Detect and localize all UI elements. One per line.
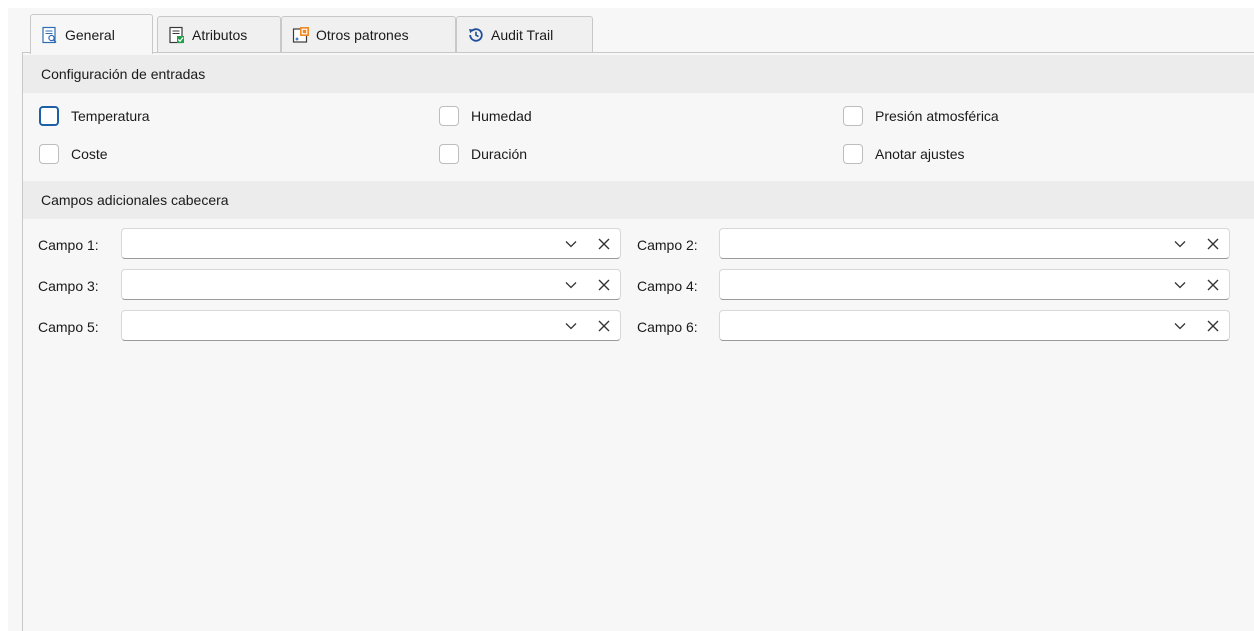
campo-1-combobox[interactable] — [121, 228, 621, 259]
section-title: Campos adicionales cabecera — [41, 192, 229, 208]
tab-label: Otros patrones — [316, 27, 409, 43]
checkbox-label: Duración — [471, 146, 528, 162]
checkbox-presion-atmosferica[interactable]: Presión atmosférica — [843, 106, 999, 126]
section-header-config: Configuración de entradas — [23, 55, 1254, 93]
clear-icon[interactable] — [1204, 317, 1222, 335]
attributes-list-icon — [168, 26, 186, 44]
history-icon — [467, 26, 485, 44]
tab-label: Atributos — [192, 27, 248, 43]
campo-6-label: Campo 6: — [637, 319, 698, 335]
campo-5-combobox[interactable] — [121, 310, 621, 341]
campo-5-label: Campo 5: — [38, 319, 99, 335]
campo-2-label: Campo 2: — [637, 237, 698, 253]
tab-label: General — [65, 26, 115, 43]
clear-icon[interactable] — [1204, 276, 1222, 294]
campo-2-combobox[interactable] — [719, 228, 1230, 259]
tab-otros-patrones[interactable]: Otros patrones — [281, 16, 456, 53]
section-title: Configuración de entradas — [41, 66, 206, 82]
checkbox-anotar-ajustes[interactable]: Anotar ajustes — [843, 144, 965, 164]
chevron-down-icon[interactable] — [1171, 235, 1189, 253]
checkbox-box[interactable] — [39, 106, 59, 126]
checkbox-box[interactable] — [843, 106, 863, 126]
report-search-icon — [41, 26, 59, 44]
clear-icon[interactable] — [595, 276, 613, 294]
chevron-down-icon[interactable] — [1171, 276, 1189, 294]
chevron-down-icon[interactable] — [562, 317, 580, 335]
chevron-down-icon[interactable] — [562, 235, 580, 253]
chevron-down-icon[interactable] — [562, 276, 580, 294]
checkbox-humedad[interactable]: Humedad — [439, 106, 532, 126]
checkbox-label: Coste — [71, 146, 108, 162]
chevron-down-icon[interactable] — [1171, 317, 1189, 335]
checkbox-box[interactable] — [39, 144, 59, 164]
campo-3-combobox[interactable] — [121, 269, 621, 300]
tab-general[interactable]: General — [30, 14, 153, 54]
campo-6-combobox[interactable] — [719, 310, 1230, 341]
checkbox-label: Humedad — [471, 108, 532, 124]
clear-icon[interactable] — [595, 317, 613, 335]
tab-label: Audit Trail — [491, 27, 554, 43]
campo-4-combobox[interactable] — [719, 269, 1230, 300]
checkbox-box[interactable] — [843, 144, 863, 164]
patterns-icon — [292, 26, 310, 44]
checkbox-box[interactable] — [439, 106, 459, 126]
checkbox-label: Anotar ajustes — [875, 146, 965, 162]
campo-1-label: Campo 1: — [38, 237, 99, 253]
section-header-campos: Campos adicionales cabecera — [23, 181, 1254, 219]
tab-atributos[interactable]: Atributos — [157, 16, 281, 53]
campo-4-label: Campo 4: — [637, 278, 698, 294]
checkbox-box[interactable] — [439, 144, 459, 164]
general-panel: Configuración de entradas Temperatura Hu… — [22, 52, 1254, 631]
checkbox-label: Temperatura — [71, 108, 150, 124]
clear-icon[interactable] — [1204, 235, 1222, 253]
clear-icon[interactable] — [595, 235, 613, 253]
checkbox-duracion[interactable]: Duración — [439, 144, 527, 164]
checkbox-label: Presión atmosférica — [875, 108, 999, 124]
checkbox-coste[interactable]: Coste — [39, 144, 108, 164]
campo-3-label: Campo 3: — [38, 278, 99, 294]
tab-audit-trail[interactable]: Audit Trail — [456, 16, 593, 53]
checkbox-temperatura[interactable]: Temperatura — [39, 106, 150, 126]
